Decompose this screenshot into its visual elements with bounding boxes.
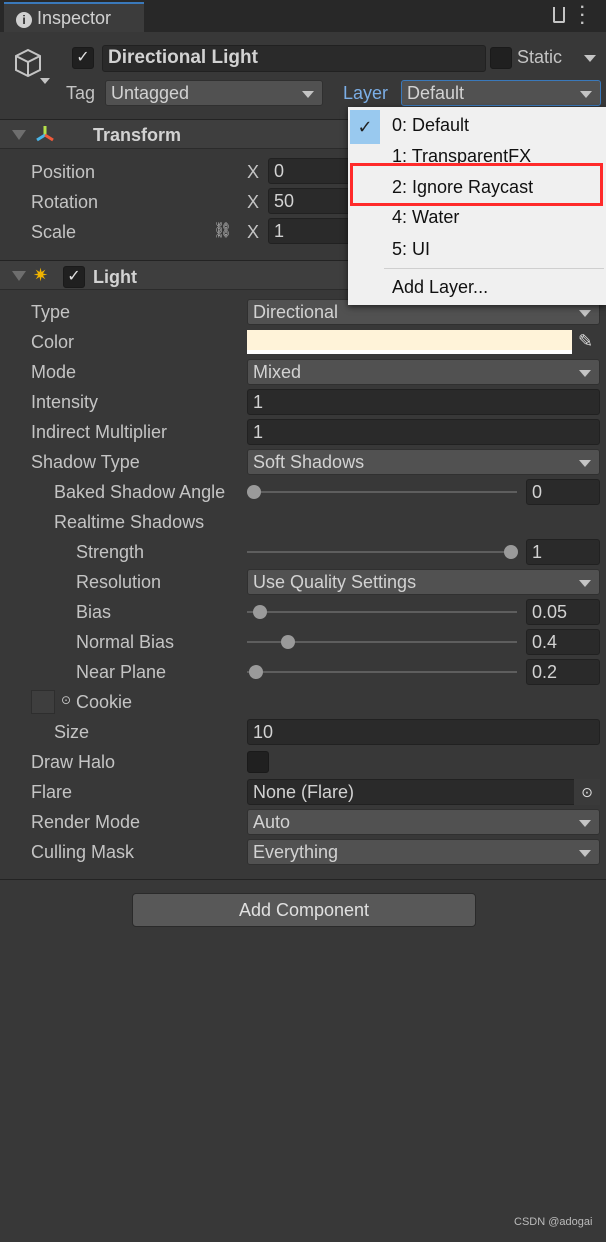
resolution-label: Resolution	[76, 572, 162, 592]
scale-x-label: X	[247, 222, 260, 242]
flare-field[interactable]: None (Flare)	[247, 779, 600, 805]
color-label: Color	[31, 332, 75, 352]
light-enabled-checkbox[interactable]: ✓	[63, 266, 85, 288]
slider-knob[interactable]	[504, 545, 518, 559]
menu-separator	[384, 268, 604, 269]
baked-shadow-angle-label: Baked Shadow Angle	[54, 482, 226, 502]
cube-dropdown-arrow-icon[interactable]	[40, 78, 50, 84]
slider-knob[interactable]	[253, 605, 267, 619]
add-layer-menu-item[interactable]: Add Layer...	[392, 272, 488, 302]
size-field[interactable]: 10	[247, 719, 600, 745]
realtime-shadows-label: Realtime Shadows	[54, 512, 205, 532]
highlight-box	[350, 163, 603, 206]
intensity-field[interactable]: 1	[247, 389, 600, 415]
flare-label: Flare	[31, 782, 73, 802]
culling-mask-dropdown[interactable]: Everything	[247, 839, 600, 865]
layer-menu-item[interactable]: 4: Water	[392, 202, 459, 232]
mode-label: Mode	[31, 362, 77, 382]
kebab-menu-icon[interactable]: · · ·	[580, 0, 585, 32]
layer-label: Layer	[343, 83, 389, 103]
color-swatch[interactable]	[247, 330, 572, 354]
cookie-object-picker-icon[interactable]: ⊙	[61, 693, 71, 707]
tag-label: Tag	[66, 83, 96, 103]
eyedropper-icon[interactable]: ✎	[578, 331, 593, 352]
object-picker-icon[interactable]: ⊙	[574, 779, 600, 805]
draw-halo-label: Draw Halo	[31, 752, 116, 772]
foldout-arrow-icon[interactable]	[12, 130, 26, 140]
bias-field[interactable]: 0.05	[526, 599, 600, 625]
normal-bias-field[interactable]: 0.4	[526, 629, 600, 655]
position-x-field[interactable]: 0	[268, 158, 358, 184]
light-title: Light	[93, 267, 137, 287]
near-plane-field[interactable]: 0.2	[526, 659, 600, 685]
intensity-label: Intensity	[31, 392, 99, 412]
culling-mask-label: Culling Mask	[31, 842, 135, 862]
scale-label: Scale	[31, 222, 77, 242]
indirect-multiplier-label: Indirect Multiplier	[31, 422, 168, 442]
mode-dropdown[interactable]: Mixed	[247, 359, 600, 385]
layer-dropdown[interactable]: Default	[401, 80, 601, 106]
light-icon: ✷	[33, 265, 49, 285]
slider-knob[interactable]	[249, 665, 263, 679]
strength-label: Strength	[76, 542, 145, 562]
active-checkbox[interactable]: ✓	[72, 47, 94, 69]
baked-shadow-angle-slider[interactable]	[247, 485, 517, 499]
size-label: Size	[54, 722, 90, 742]
near-plane-label: Near Plane	[76, 662, 167, 682]
transform-title: Transform	[93, 125, 182, 145]
render-mode-label: Render Mode	[31, 812, 141, 832]
bias-slider[interactable]	[247, 605, 517, 619]
slider-knob[interactable]	[247, 485, 261, 499]
checkmark-icon: ✓	[350, 110, 380, 144]
cookie-label: Cookie	[76, 692, 133, 712]
divider	[0, 879, 606, 880]
shadow-type-dropdown[interactable]: Soft Shadows	[247, 449, 600, 475]
slider-knob[interactable]	[281, 635, 295, 649]
draw-halo-checkbox[interactable]	[247, 751, 269, 773]
position-x-label: X	[247, 162, 260, 182]
lock-icon[interactable]	[553, 7, 565, 23]
static-dropdown-arrow-icon[interactable]	[584, 55, 596, 62]
watermark: CSDN @adogai	[514, 1216, 593, 1228]
baked-shadow-angle-field[interactable]: 0	[526, 479, 600, 505]
rotation-x-label: X	[247, 192, 260, 212]
tab-title: Inspector	[37, 8, 112, 28]
normal-bias-slider[interactable]	[247, 635, 517, 649]
static-checkbox[interactable]	[490, 47, 512, 69]
resolution-dropdown[interactable]: Use Quality Settings	[247, 569, 600, 595]
shadow-type-label: Shadow Type	[31, 452, 140, 472]
tag-dropdown[interactable]: Untagged	[105, 80, 323, 106]
strength-field[interactable]: 1	[526, 539, 600, 565]
layer-menu-item[interactable]: 5: UI	[392, 234, 430, 264]
transform-icon	[34, 124, 56, 149]
near-plane-slider[interactable]	[247, 665, 517, 679]
cookie-texture-slot[interactable]	[31, 690, 55, 714]
gameobject-cube-icon[interactable]	[14, 48, 42, 78]
foldout-arrow-icon[interactable]	[12, 271, 26, 281]
info-icon: i	[16, 12, 32, 28]
rotation-x-field[interactable]: 50	[268, 188, 358, 214]
bias-label: Bias	[76, 602, 112, 622]
render-mode-dropdown[interactable]: Auto	[247, 809, 600, 835]
normal-bias-label: Normal Bias	[76, 632, 175, 652]
static-label: Static	[517, 47, 563, 67]
add-component-button[interactable]: Add Component	[132, 893, 476, 927]
tab-inspector[interactable]: i Inspector	[4, 2, 144, 32]
constrain-proportions-icon[interactable]: ⛓	[213, 221, 232, 239]
position-label: Position	[31, 162, 96, 182]
rotation-label: Rotation	[31, 192, 99, 212]
type-label: Type	[31, 302, 71, 322]
name-field[interactable]: Directional Light	[102, 45, 486, 72]
layer-menu-item[interactable]: 0: Default	[392, 110, 469, 140]
strength-slider[interactable]	[247, 545, 518, 559]
scale-x-field[interactable]: 1	[268, 218, 358, 244]
indirect-multiplier-field[interactable]: 1	[247, 419, 600, 445]
layer-dropdown-menu: ✓ 0: Default 1: TransparentFX 2: Ignore …	[348, 107, 606, 305]
